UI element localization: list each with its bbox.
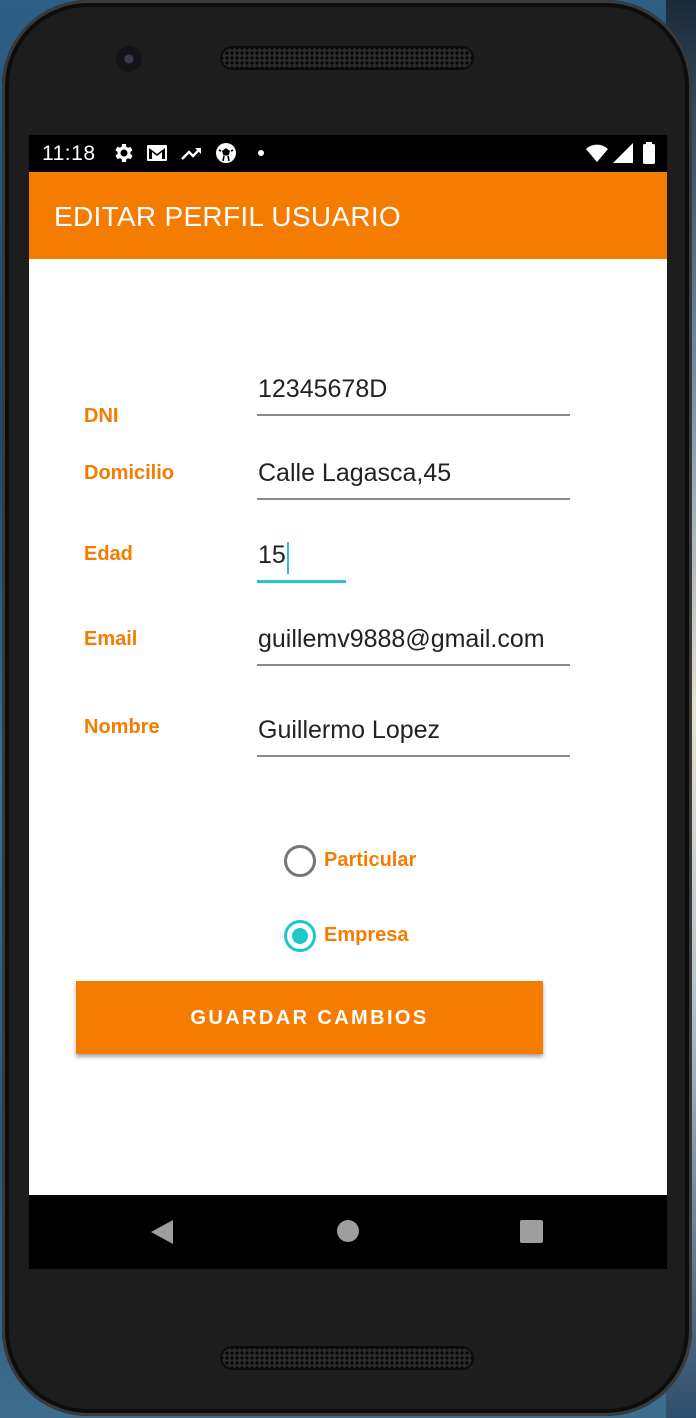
nombre-value: Guillermo Lopez xyxy=(258,716,441,744)
radio-unchecked-icon[interactable] xyxy=(284,845,316,877)
email-field[interactable]: guillemv9888@gmail.com xyxy=(257,622,570,666)
save-changes-button[interactable]: GUARDAR CAMBIOS xyxy=(76,981,543,1054)
wifi-icon xyxy=(586,144,608,162)
navigation-bar xyxy=(29,1195,667,1269)
top-speaker-grille xyxy=(220,46,474,70)
edad-field[interactable]: 15 xyxy=(257,538,346,583)
domicilio-label: Domicilio xyxy=(84,462,175,484)
dni-label: DNI xyxy=(84,405,119,427)
domicilio-value: Calle Lagasca,45 xyxy=(258,459,452,487)
gear-icon xyxy=(115,144,133,162)
nombre-field[interactable]: Guillermo Lopez xyxy=(257,713,570,757)
back-icon[interactable] xyxy=(151,1220,173,1244)
radio-empresa-label: Empresa xyxy=(324,924,409,946)
nombre-label: Nombre xyxy=(84,716,160,738)
trending-icon xyxy=(181,148,201,160)
dni-value: 12345678D xyxy=(258,375,388,403)
dni-field[interactable]: 12345678D xyxy=(257,372,570,416)
phone-frame: 11:18 EDITAR PERFIL USUARIO DNI 12345678… xyxy=(2,0,692,1416)
edad-label: Edad xyxy=(84,543,133,565)
soccer-ball-icon xyxy=(216,143,236,163)
edad-value: 15 xyxy=(258,541,286,569)
notification-dot-icon xyxy=(258,150,264,156)
text-caret xyxy=(287,542,289,574)
bottom-speaker-grille xyxy=(220,1346,474,1370)
recents-icon[interactable] xyxy=(520,1220,543,1243)
radio-checked-icon[interactable] xyxy=(284,920,316,952)
domicilio-field[interactable]: Calle Lagasca,45 xyxy=(257,456,570,500)
email-label: Email xyxy=(84,628,138,650)
front-camera xyxy=(116,46,142,72)
app-screen: 11:18 EDITAR PERFIL USUARIO DNI 12345678… xyxy=(29,135,667,1269)
battery-icon xyxy=(643,142,655,164)
radio-particular-label: Particular xyxy=(324,849,417,871)
gmail-icon xyxy=(147,145,167,161)
page-title: EDITAR PERFIL USUARIO xyxy=(54,201,402,232)
status-bar: 11:18 xyxy=(29,135,667,172)
email-value: guillemv9888@gmail.com xyxy=(258,625,545,653)
app-bar: EDITAR PERFIL USUARIO xyxy=(29,172,667,259)
radio-selected-dot xyxy=(292,928,308,944)
home-icon[interactable] xyxy=(337,1220,359,1242)
status-time: 11:18 xyxy=(42,142,96,165)
signal-icon xyxy=(613,143,633,163)
